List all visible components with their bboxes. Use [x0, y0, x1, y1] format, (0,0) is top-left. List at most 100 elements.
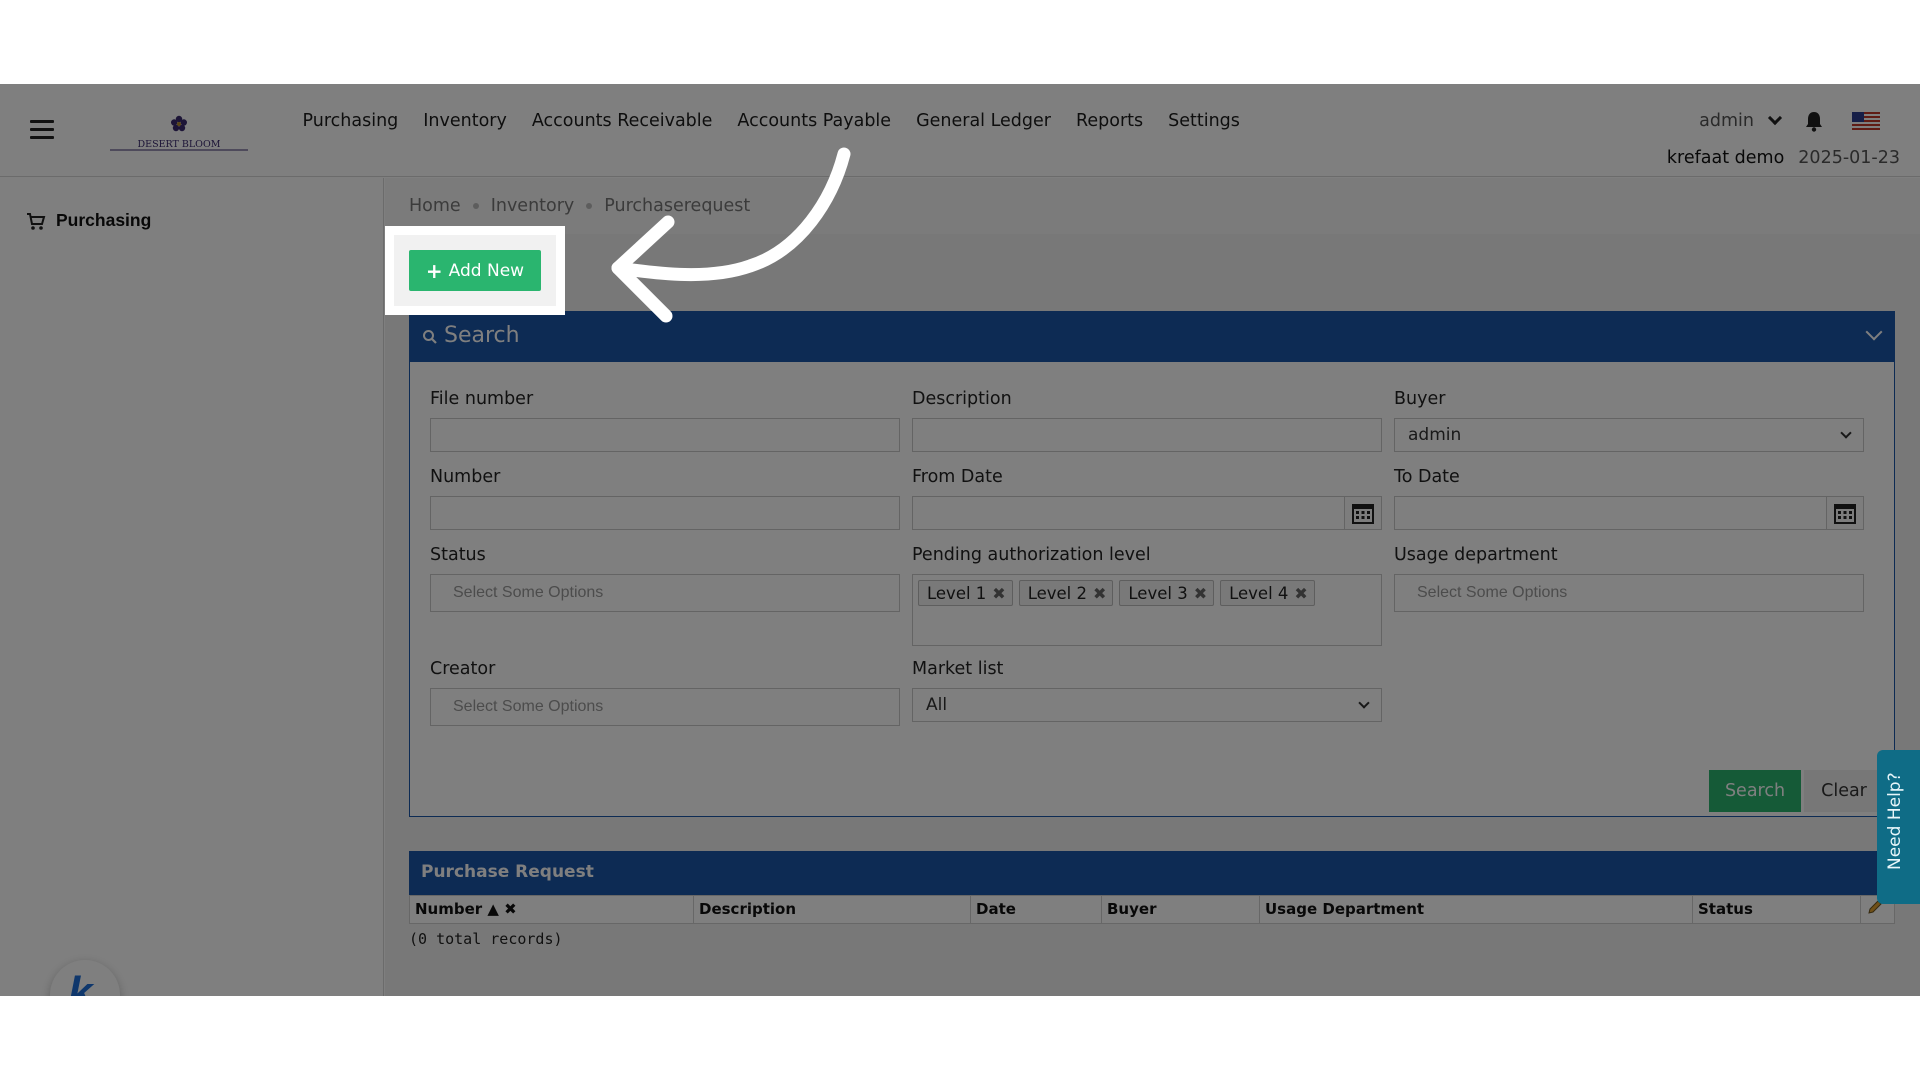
hamburger-menu-icon[interactable] — [30, 120, 56, 140]
to-date-group: To Date — [1394, 467, 1864, 530]
records-count: (0 total records) — [409, 930, 563, 948]
nav-reports[interactable]: Reports — [1063, 111, 1155, 131]
description-label: Description — [912, 389, 1012, 409]
calendar-icon[interactable] — [1344, 496, 1382, 530]
assistant-badge[interactable]: k 1 — [50, 960, 120, 996]
breadcrumb-bar: Home Inventory Purchaserequest — [385, 178, 1920, 234]
bell-icon[interactable] — [1804, 110, 1824, 132]
top-nav: Purchasing Inventory Accounts Receivable… — [290, 111, 1252, 131]
nav-general-ledger[interactable]: General Ledger — [904, 111, 1064, 131]
search-panel-header[interactable]: Search — [410, 312, 1894, 362]
sidebar-item-label: Purchasing — [56, 210, 152, 230]
breadcrumb-current: Purchaserequest — [604, 196, 751, 216]
top-header: DESERT BLOOM Purchasing Inventory Accoun… — [0, 84, 1920, 177]
creator-group: Creator Select Some Options — [430, 659, 900, 726]
search-icon — [423, 330, 437, 344]
nav-purchasing[interactable]: Purchasing — [290, 111, 411, 131]
status-multiselect[interactable]: Select Some Options — [430, 574, 900, 612]
need-help-tab[interactable]: Need Help? — [1877, 750, 1920, 904]
nav-inventory[interactable]: Inventory — [411, 111, 520, 131]
from-date-input[interactable] — [912, 496, 1344, 530]
tag-level-2: Level 2 ✖ — [1018, 580, 1114, 606]
file-number-label: File number — [430, 389, 534, 409]
market-list-group: Market list All — [912, 659, 1382, 722]
search-panel: Search File number Description Buyer adm… — [409, 311, 1895, 817]
breadcrumb-separator — [586, 203, 593, 209]
assistant-logo-icon: k — [68, 968, 93, 996]
from-date-label: From Date — [912, 467, 1003, 487]
remove-tag-icon[interactable]: ✖ — [992, 584, 1005, 603]
company-info: krefaat demo 2025-01-23 — [1667, 148, 1900, 168]
breadcrumb-home[interactable]: Home — [409, 196, 461, 216]
breadcrumb: Home Inventory Purchaserequest — [409, 196, 750, 216]
creator-multiselect[interactable]: Select Some Options — [430, 688, 900, 726]
breadcrumb-inventory[interactable]: Inventory — [491, 196, 575, 216]
remove-tag-icon[interactable]: ✖ — [1194, 584, 1207, 603]
buyer-select[interactable]: admin — [1394, 418, 1864, 452]
column-date[interactable]: Date — [971, 896, 1102, 923]
column-usage-department[interactable]: Usage Department — [1260, 896, 1693, 923]
number-input[interactable] — [430, 496, 900, 530]
from-date-group: From Date — [912, 467, 1382, 530]
description-input[interactable] — [912, 418, 1382, 452]
usage-department-label: Usage department — [1394, 545, 1558, 565]
usage-department-group: Usage department Select Some Options — [1394, 545, 1864, 612]
tag-level-1: Level 1 ✖ — [918, 580, 1013, 606]
chevron-down-icon — [1840, 426, 1852, 439]
remove-tag-icon[interactable]: ✖ — [1093, 584, 1106, 603]
user-menu[interactable]: admin — [1699, 111, 1754, 131]
file-number-group: File number — [430, 389, 900, 452]
number-label: Number — [430, 467, 501, 487]
buyer-group: Buyer admin — [1394, 389, 1864, 452]
to-date-label: To Date — [1394, 467, 1460, 487]
nav-settings[interactable]: Settings — [1156, 111, 1253, 131]
description-group: Description — [912, 389, 1382, 452]
desert-bloom-logo[interactable]: DESERT BLOOM — [108, 112, 250, 154]
app-window: DESERT BLOOM Purchasing Inventory Accoun… — [0, 84, 1920, 996]
to-date-input[interactable] — [1394, 496, 1826, 530]
buyer-label: Buyer — [1394, 389, 1446, 409]
remove-tag-icon[interactable]: ✖ — [1294, 584, 1307, 603]
add-new-button[interactable]: + Add New — [409, 250, 541, 291]
chevron-down-icon[interactable] — [1865, 323, 1883, 341]
column-description[interactable]: Description — [694, 896, 971, 923]
clear-button[interactable]: Clear — [1804, 770, 1884, 812]
usage-department-multiselect[interactable]: Select Some Options — [1394, 574, 1864, 612]
cart-icon — [27, 212, 46, 230]
results-header: Purchase Request — [409, 851, 1895, 895]
nav-accounts-payable[interactable]: Accounts Payable — [725, 111, 904, 131]
nav-accounts-receivable[interactable]: Accounts Receivable — [519, 111, 725, 131]
tag-level-3: Level 3 ✖ — [1119, 580, 1215, 606]
status-label: Status — [430, 545, 486, 565]
pending-level-multiselect[interactable]: Level 1 ✖ Level 2 ✖ Level 3 ✖ Level 4 ✖ — [912, 574, 1382, 646]
results-title: Purchase Request — [421, 862, 594, 882]
breadcrumb-separator — [472, 203, 479, 209]
column-buyer[interactable]: Buyer — [1102, 896, 1260, 923]
company-name: krefaat demo — [1666, 148, 1785, 168]
sidebar: Purchasing k 1 — [0, 178, 384, 996]
results-table-header: Number ▲ ✖ Description Date Buyer Usage … — [409, 895, 1895, 924]
need-help-label: Need Help? — [1885, 772, 1905, 870]
market-list-select[interactable]: All — [912, 688, 1382, 722]
search-panel-title: Search — [444, 323, 520, 348]
market-list-label: Market list — [912, 659, 1004, 679]
chevron-down-icon — [1358, 696, 1370, 709]
pending-level-group: Pending authorization level Level 1 ✖ Lev… — [912, 545, 1382, 646]
main-content: Home Inventory Purchaserequest +Add New … — [385, 178, 1920, 996]
tag-level-4: Level 4 ✖ — [1220, 580, 1315, 606]
column-number[interactable]: Number ▲ ✖ — [410, 896, 694, 923]
column-status[interactable]: Status — [1693, 896, 1861, 923]
file-number-input[interactable] — [430, 418, 900, 452]
stage: DESERT BLOOM Purchasing Inventory Accoun… — [0, 0, 1920, 1080]
number-group: Number — [430, 467, 900, 530]
status-group: Status Select Some Options — [430, 545, 900, 612]
svg-text:DESERT BLOOM: DESERT BLOOM — [138, 139, 221, 150]
sidebar-item-purchasing[interactable]: Purchasing — [26, 210, 151, 231]
calendar-icon[interactable] — [1826, 496, 1864, 530]
user-area: admin — [1699, 110, 1880, 132]
search-button[interactable]: Search — [1709, 770, 1801, 812]
us-flag-icon[interactable] — [1852, 112, 1880, 130]
pending-level-label: Pending authorization level — [912, 545, 1151, 565]
creator-label: Creator — [430, 659, 496, 679]
chevron-down-icon[interactable] — [1767, 110, 1783, 126]
